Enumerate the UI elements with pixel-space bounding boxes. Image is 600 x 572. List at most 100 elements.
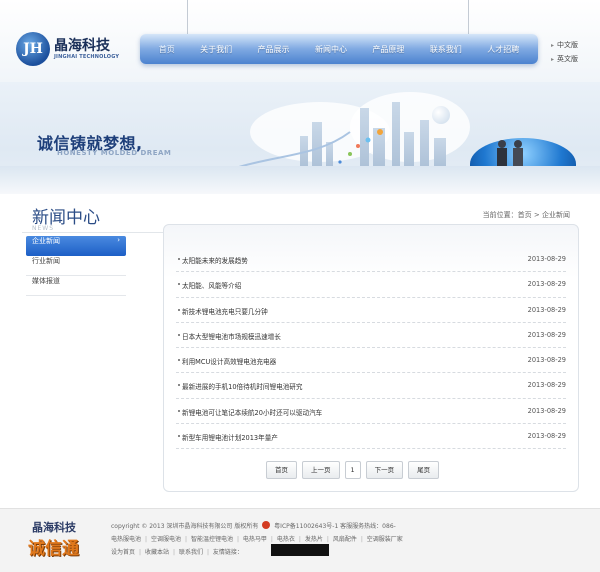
footer-link[interactable]: 电热马甲 — [243, 536, 267, 543]
news-title-link[interactable]: 新型车用锂电池计划2013年量产 — [182, 432, 278, 442]
site-logo[interactable]: JH 晶海科技 JINGHAI TECHNOLOGY — [16, 32, 136, 68]
list-item: 太阳能、风能等介绍 2013-08-29 — [176, 272, 566, 298]
sidebar-item-label: 媒体报道 — [32, 277, 60, 285]
breadcrumb-separator: > — [531, 211, 542, 219]
footer-link[interactable]: 智能温控锂电池 — [191, 536, 233, 543]
nav-item-about[interactable]: 关于我们 — [200, 44, 232, 55]
news-title-link[interactable]: 利用MCU设计高效锂电池充电器 — [182, 356, 276, 366]
logo-text: 晶海科技 — [54, 38, 110, 54]
bullet-icon — [178, 283, 180, 286]
triangle-icon: ▸ — [550, 56, 554, 63]
footer-utility-links: 设为首页 | 收藏本站 | 联系我们 | 友情链接： — [111, 549, 243, 556]
nav-item-principle[interactable]: 产品原理 — [372, 44, 404, 55]
breadcrumb: 当前位置：首页 > 企业新闻 — [483, 210, 570, 220]
nav-item-products[interactable]: 产品展示 — [258, 44, 290, 55]
chevron-right-icon: › — [117, 236, 120, 244]
nav-hanger — [187, 0, 188, 36]
news-date: 2013-08-29 — [527, 330, 566, 339]
lang-chinese-link[interactable]: ▸ 中文版 — [551, 40, 578, 50]
sidebar-item-label: 企业新闻 — [32, 237, 60, 245]
page-title-en: NEWS — [32, 225, 55, 232]
bookmark-link[interactable]: 收藏本站 — [145, 549, 169, 556]
banner-slogan-en: HONESTY MOLDED DREAM — [57, 149, 172, 157]
list-item: 新型车用锂电池计划2013年量产 2013-08-29 — [176, 424, 566, 450]
footer-copyright-line: copyright © 2013 深圳市晶海科技有限公司 版权所有 粤ICP备1… — [111, 521, 396, 530]
news-date: 2013-08-29 — [527, 255, 566, 263]
page-root: JH 晶海科技 JINGHAI TECHNOLOGY 首页 关于我们 产品展示 … — [0, 0, 600, 572]
building-decoration — [404, 132, 414, 166]
list-item: 日本大型锂电池市场规模迅速增长 2013-08-29 — [176, 323, 566, 349]
next-page-button[interactable]: 下一页 — [365, 461, 404, 479]
news-date: 2013-08-29 — [527, 280, 566, 289]
redacted-block — [271, 544, 329, 556]
nav-item-news[interactable]: 新闻中心 — [315, 44, 347, 55]
sidebar-item-industry-news[interactable]: 行业新闻 — [26, 256, 126, 276]
banner-bottom-wave — [0, 166, 600, 194]
news-date: 2013-08-29 — [527, 381, 566, 390]
news-date: 2013-08-29 — [527, 432, 566, 441]
list-item: 新技术锂电池充电只要几分钟 2013-08-29 — [176, 298, 566, 323]
logo-subtext: JINGHAI TECHNOLOGY — [54, 54, 120, 60]
bullet-icon — [178, 308, 180, 311]
footer-link[interactable]: 空调服装厂家 — [367, 536, 403, 543]
site-header: JH 晶海科技 JINGHAI TECHNOLOGY 首页 关于我们 产品展示 … — [0, 0, 600, 82]
footer-link[interactable]: 发热片 — [305, 536, 323, 543]
logo-mark-icon: JH — [16, 32, 50, 66]
news-title-link[interactable]: 最新进展的手机10倍待机时间锂电池研究 — [182, 381, 302, 391]
lang-chinese-label: 中文版 — [557, 41, 578, 49]
bullet-icon — [178, 384, 180, 387]
footer-link[interactable]: 电热服电池 — [111, 536, 141, 543]
lang-english-label: 英文版 — [557, 55, 578, 63]
footer-logo-text: 晶海科技 — [32, 521, 76, 534]
hero-banner: 诚信铸就梦想, HONESTY MOLDED DREAM — [0, 82, 600, 194]
last-page-button[interactable]: 尾页 — [408, 461, 440, 479]
nav-item-contact[interactable]: 联系我们 — [430, 44, 462, 55]
footer-link[interactable]: 风扇配件 — [333, 536, 357, 543]
news-date: 2013-08-29 — [527, 406, 566, 415]
news-title-link[interactable]: 新锂电池可让笔记本续航20小时还可以驱动汽车 — [182, 407, 322, 417]
bullet-icon — [178, 435, 180, 438]
sidebar-item-label: 行业新闻 — [32, 257, 60, 265]
breadcrumb-current: 企业新闻 — [542, 211, 570, 219]
footer-link[interactable]: 空调服电池 — [151, 536, 181, 543]
news-title-link[interactable]: 太阳能、风能等介绍 — [182, 280, 241, 290]
news-title-link[interactable]: 日本大型锂电池市场规模迅速增长 — [182, 331, 281, 341]
bullet-icon — [178, 258, 180, 260]
footer-keyword-links: 电热服电池 | 空调服电池 | 智能温控锂电池 | 电热马甲 | 电热衣 | 发热片 | 风… — [111, 536, 403, 543]
first-page-button[interactable]: 首页 — [266, 461, 297, 479]
icp-text[interactable]: 粤ICP备11002643号-1 客服服务热线：086- — [274, 523, 396, 530]
building-decoration — [420, 120, 429, 166]
breadcrumb-prefix: 当前位置： — [482, 211, 518, 219]
bullet-icon — [178, 359, 180, 362]
breadcrumb-home-link[interactable]: 首页 — [518, 211, 532, 219]
current-page-number[interactable]: 1 — [344, 461, 361, 479]
list-item: 最新进展的手机10倍待机时间锂电池研究 2013-08-29 — [176, 373, 566, 399]
news-title-link[interactable]: 太阳能未来的发展趋势 — [182, 255, 248, 265]
footer-link[interactable]: 电热衣 — [277, 536, 295, 543]
sidebar: 企业新闻 › 行业新闻 媒体报道 — [26, 236, 126, 296]
police-badge-icon — [262, 521, 271, 529]
bullet-icon — [178, 333, 180, 336]
building-decoration — [434, 138, 446, 166]
bubble-decoration — [432, 106, 450, 124]
lang-english-link[interactable]: ▸ 英文版 — [551, 54, 578, 64]
set-homepage-link[interactable]: 设为首页 — [111, 549, 135, 556]
list-item: 利用MCU设计高效锂电池充电器 2013-08-29 — [176, 348, 566, 374]
news-title-link[interactable]: 新技术锂电池充电只要几分钟 — [182, 306, 268, 316]
nav-item-home[interactable]: 首页 — [159, 44, 175, 55]
sidebar-item-company-news[interactable]: 企业新闻 › — [26, 236, 126, 256]
site-footer: 晶海科技 诚信通 copyright © 2013 深圳市晶海科技有限公司 版权… — [0, 508, 600, 572]
list-item: 新锂电池可让笔记本续航20小时还可以驱动汽车 2013-08-29 — [176, 399, 566, 425]
contact-link[interactable]: 联系我们 — [179, 549, 203, 556]
sidebar-item-media-reports[interactable]: 媒体报道 — [26, 276, 126, 296]
news-date: 2013-08-29 — [527, 305, 566, 314]
nav-item-jobs[interactable]: 人才招聘 — [487, 44, 519, 55]
bullet-icon — [178, 409, 180, 412]
news-panel: 太阳能未来的发展趋势 2013-08-29 太阳能、风能等介绍 2013-08-29… — [163, 224, 579, 492]
copyright-text: copyright © 2013 深圳市晶海科技有限公司 版权所有 — [111, 523, 259, 530]
pagination: 首页 上一页 1 下一页 尾页 — [266, 461, 440, 481]
friend-links-label: 友情链接： — [212, 549, 243, 556]
prev-page-button[interactable]: 上一页 — [302, 461, 340, 479]
news-date: 2013-08-29 — [527, 356, 566, 365]
footer-badge-logo: 诚信通 — [28, 539, 79, 559]
